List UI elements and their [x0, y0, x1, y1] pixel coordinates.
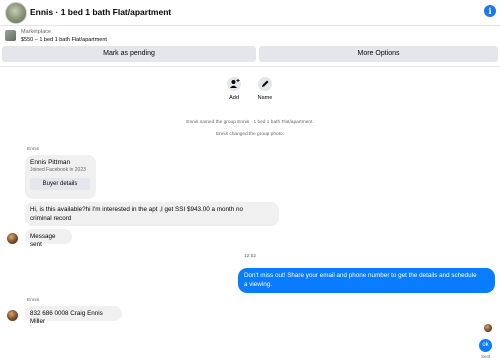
card-joined: Joined Facebook in 2023: [30, 167, 86, 173]
header-divider: [0, 66, 500, 67]
sender-name: Ennis: [27, 147, 39, 152]
pencil-icon[interactable]: [258, 77, 272, 91]
listing-title[interactable]: $550 – 1 bed 1 bath Flat/apartment: [21, 37, 107, 43]
buyer-details-button[interactable]: Buyer details: [30, 178, 90, 190]
add-label: Add: [229, 95, 239, 101]
conversation-title[interactable]: Ennis · 1 bed 1 bath Flat/apartment: [30, 7, 171, 17]
message-text: Message sent: [30, 233, 56, 248]
info-icon[interactable]: i: [484, 5, 496, 17]
mark-as-pending-button[interactable]: Mark as pending: [2, 46, 256, 62]
message-line: criminal record: [30, 215, 72, 222]
add-person-icon[interactable]: [227, 77, 241, 91]
card-name[interactable]: Ennis Pittman: [30, 159, 70, 166]
more-options-button[interactable]: More Options: [259, 46, 498, 62]
listing-thumbnail[interactable]: [5, 30, 16, 41]
message-text: 832 686 0008 Craig Ennis Miller: [30, 310, 103, 325]
name-label: Name: [257, 95, 273, 101]
message-line: Hi, is this available?hi I'm interested …: [30, 206, 243, 213]
read-receipt-avatar: [484, 324, 492, 332]
sender-avatar[interactable]: [7, 310, 18, 321]
outgoing-message-bubble[interactable]: Don't miss out! Share your email and pho…: [238, 268, 495, 293]
listing-source: Marketplace: [21, 29, 51, 35]
add-people-action[interactable]: Add: [219, 77, 249, 101]
message-text: ok: [482, 342, 489, 348]
system-message: Ennis changed the group photo.: [215, 132, 284, 137]
outgoing-message-bubble[interactable]: ok: [479, 339, 492, 352]
sender-avatar[interactable]: [7, 233, 18, 244]
group-avatar[interactable]: [5, 2, 27, 24]
timestamp: 12:52: [243, 254, 256, 259]
messenger-window: Ennis · 1 bed 1 bath Flat/apartment i Ma…: [0, 0, 500, 363]
message-line: Don't miss out! Share your email and pho…: [244, 272, 477, 279]
system-message: Ennis named the group Ennis · 1 bed 1 ba…: [186, 120, 314, 125]
sent-status: Sent: [481, 354, 491, 359]
message-bubble[interactable]: Message sent: [25, 229, 72, 248]
sender-name: Ennis: [27, 298, 39, 303]
message-bubble[interactable]: 832 686 0008 Craig Ennis Miller: [25, 306, 122, 325]
message-line: a viewing.: [244, 281, 273, 288]
conversation-header: Ennis · 1 bed 1 bath Flat/apartment i: [0, 0, 500, 26]
message-bubble[interactable]: Hi, is this available?hi I'm interested …: [25, 202, 279, 226]
profile-card: Ennis Pittman Joined Facebook in 2023 Bu…: [25, 155, 96, 199]
name-group-action[interactable]: Name: [250, 77, 280, 101]
